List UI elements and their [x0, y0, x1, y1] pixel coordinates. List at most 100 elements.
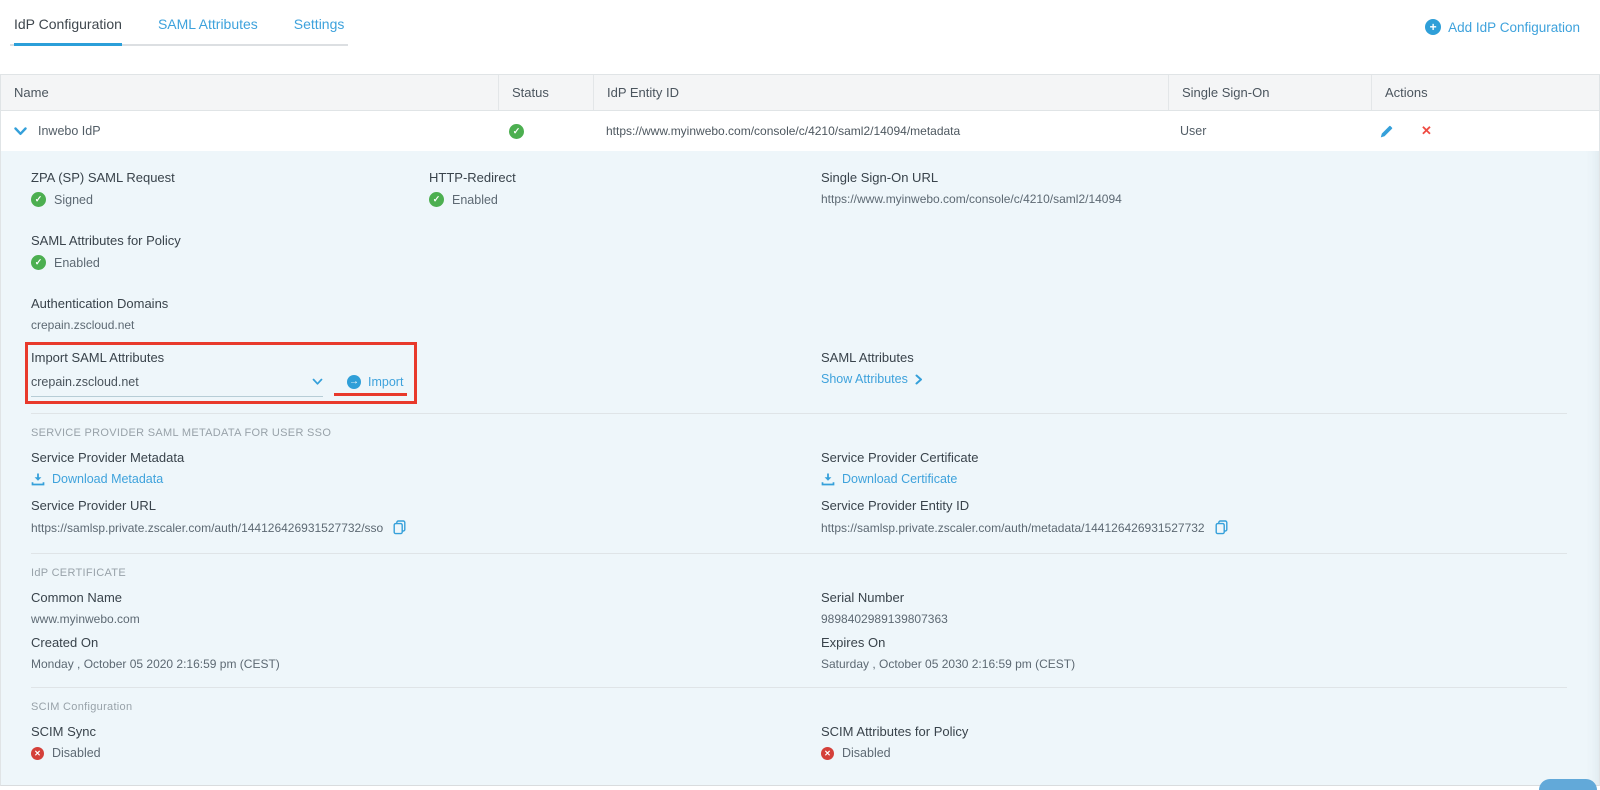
idp-status-cell: ✓	[498, 124, 593, 139]
single-sign-on-url-value: https://www.myinwebo.com/console/c/4210/…	[821, 192, 1579, 206]
field-serial-number: Serial Number 9898402989139807363	[821, 590, 1579, 626]
idp-table: Name Status IdP Entity ID Single Sign-On…	[0, 74, 1600, 786]
copy-icon[interactable]	[1215, 520, 1228, 535]
idp-entity-id: https://www.myinwebo.com/console/c/4210/…	[593, 124, 1168, 138]
scim-attributes-for-policy-label: SCIM Attributes for Policy	[821, 724, 1579, 739]
http-redirect-value: Enabled	[452, 193, 498, 207]
sp-section-title: SERVICE PROVIDER SAML METADATA FOR USER …	[31, 427, 1579, 439]
expires-on-value: Saturday , October 05 2030 2:16:59 pm (C…	[821, 657, 1579, 671]
saml-attributes-for-policy-value: Enabled	[54, 256, 100, 270]
show-attributes-link[interactable]: Show Attributes	[821, 372, 923, 386]
created-on-value: Monday , October 05 2020 2:16:59 pm (CES…	[31, 657, 821, 671]
saml-attributes-label: SAML Attributes	[821, 350, 1579, 365]
idp-detail-panel: ZPA (SP) SAML Request ✓ Signed HTTP-Redi…	[1, 151, 1599, 785]
download-metadata-link[interactable]: Download Metadata	[31, 472, 163, 486]
import-domain-selected-value: crepain.zscloud.net	[31, 375, 139, 389]
sp-entity-id-label: Service Provider Entity ID	[821, 498, 1579, 513]
arrow-right-circle-icon: →	[347, 375, 361, 389]
column-header-actions: Actions	[1371, 75, 1599, 110]
tab-settings[interactable]: Settings	[294, 16, 345, 44]
sp-url-label: Service Provider URL	[31, 498, 821, 513]
common-name-label: Common Name	[31, 590, 821, 605]
check-circle-icon: ✓	[31, 192, 46, 207]
http-redirect-label: HTTP-Redirect	[429, 170, 821, 185]
scim-sync-value: Disabled	[52, 746, 101, 760]
plus-circle-icon: +	[1425, 19, 1441, 35]
field-created-on: Created On Monday , October 05 2020 2:16…	[31, 635, 821, 671]
idp-name: Inwebo IdP	[38, 124, 101, 138]
field-scim-attributes-for-policy: SCIM Attributes for Policy ✕ Disabled	[821, 724, 1579, 760]
copy-icon[interactable]	[393, 520, 406, 535]
section-divider	[31, 553, 1567, 554]
tab-bar: IdP Configuration SAML Attributes Settin…	[10, 16, 348, 46]
chevron-down-icon[interactable]	[14, 127, 27, 136]
import-button-label: Import	[368, 375, 403, 389]
add-idp-configuration-button[interactable]: + Add IdP Configuration	[1425, 19, 1580, 35]
download-certificate-label: Download Certificate	[842, 472, 957, 486]
check-circle-icon: ✓	[509, 124, 524, 139]
table-row[interactable]: Inwebo IdP ✓ https://www.myinwebo.com/co…	[1, 111, 1599, 151]
section-divider	[31, 687, 1567, 688]
created-on-label: Created On	[31, 635, 821, 650]
column-header-sso: Single Sign-On	[1168, 75, 1371, 110]
sp-certificate-label: Service Provider Certificate	[821, 450, 1579, 465]
download-metadata-label: Download Metadata	[52, 472, 163, 486]
field-sp-entity-id: Service Provider Entity ID https://samls…	[821, 498, 1579, 535]
field-saml-attributes-for-policy: SAML Attributes for Policy ✓ Enabled	[31, 233, 1579, 270]
chevron-down-icon	[312, 378, 323, 386]
idp-sso-value: User	[1168, 124, 1371, 138]
serial-number-value: 9898402989139807363	[821, 612, 1579, 626]
zpa-saml-request-value: Signed	[54, 193, 93, 207]
download-icon	[821, 473, 835, 486]
column-header-status: Status	[498, 75, 593, 110]
idp-actions-cell: ✕	[1371, 123, 1599, 139]
idp-certificate-section-title: IdP CERTIFICATE	[31, 567, 1579, 579]
field-sp-certificate: Service Provider Certificate Download Ce…	[821, 450, 1579, 486]
field-authentication-domains: Authentication Domains crepain.zscloud.n…	[31, 296, 1579, 332]
common-name-value: www.myinwebo.com	[31, 612, 821, 626]
import-domain-select[interactable]: crepain.zscloud.net	[31, 375, 323, 397]
top-bar: IdP Configuration SAML Attributes Settin…	[0, 0, 1600, 46]
chat-widget-button[interactable]	[1539, 779, 1597, 790]
import-saml-attributes-label: Import SAML Attributes	[31, 350, 431, 365]
chevron-right-icon	[915, 374, 923, 385]
x-circle-icon: ✕	[821, 747, 834, 760]
sp-metadata-label: Service Provider Metadata	[31, 450, 821, 465]
serial-number-label: Serial Number	[821, 590, 1579, 605]
edit-pencil-icon[interactable]	[1379, 124, 1394, 139]
x-circle-icon: ✕	[31, 747, 44, 760]
field-saml-attributes: SAML Attributes Show Attributes	[821, 350, 1579, 387]
sp-entity-id-value: https://samlsp.private.zscaler.com/auth/…	[821, 521, 1205, 535]
column-header-name: Name	[1, 75, 498, 110]
import-button[interactable]: → Import	[347, 375, 403, 389]
download-icon	[31, 473, 45, 486]
download-certificate-link[interactable]: Download Certificate	[821, 472, 957, 486]
field-import-saml-attributes: Import SAML Attributes crepain.zscloud.n…	[31, 350, 431, 397]
field-zpa-saml-request: ZPA (SP) SAML Request ✓ Signed	[31, 170, 429, 207]
sp-url-value: https://samlsp.private.zscaler.com/auth/…	[31, 521, 383, 535]
tab-idp-configuration[interactable]: IdP Configuration	[14, 16, 122, 46]
check-circle-icon: ✓	[31, 255, 46, 270]
delete-x-icon[interactable]: ✕	[1421, 123, 1432, 139]
field-sp-url: Service Provider URL https://samlsp.priv…	[31, 498, 821, 535]
add-idp-configuration-label: Add IdP Configuration	[1448, 20, 1580, 35]
authentication-domains-value: crepain.zscloud.net	[31, 318, 1579, 332]
saml-attributes-for-policy-label: SAML Attributes for Policy	[31, 233, 1579, 248]
show-attributes-label: Show Attributes	[821, 372, 908, 386]
red-annotation-underline	[334, 393, 407, 396]
scim-attributes-for-policy-value: Disabled	[842, 746, 891, 760]
column-header-entity-id: IdP Entity ID	[593, 75, 1168, 110]
idp-name-cell: Inwebo IdP	[1, 124, 498, 138]
field-expires-on: Expires On Saturday , October 05 2030 2:…	[821, 635, 1579, 671]
expires-on-label: Expires On	[821, 635, 1579, 650]
section-divider	[31, 413, 1567, 414]
scim-section-title: SCIM Configuration	[31, 701, 1579, 713]
authentication-domains-label: Authentication Domains	[31, 296, 1579, 311]
tab-saml-attributes[interactable]: SAML Attributes	[158, 16, 258, 44]
field-single-sign-on-url: Single Sign-On URL https://www.myinwebo.…	[821, 170, 1579, 207]
single-sign-on-url-label: Single Sign-On URL	[821, 170, 1579, 185]
field-scim-sync: SCIM Sync ✕ Disabled	[31, 724, 821, 760]
scim-sync-label: SCIM Sync	[31, 724, 821, 739]
field-common-name: Common Name www.myinwebo.com	[31, 590, 821, 626]
check-circle-icon: ✓	[429, 192, 444, 207]
